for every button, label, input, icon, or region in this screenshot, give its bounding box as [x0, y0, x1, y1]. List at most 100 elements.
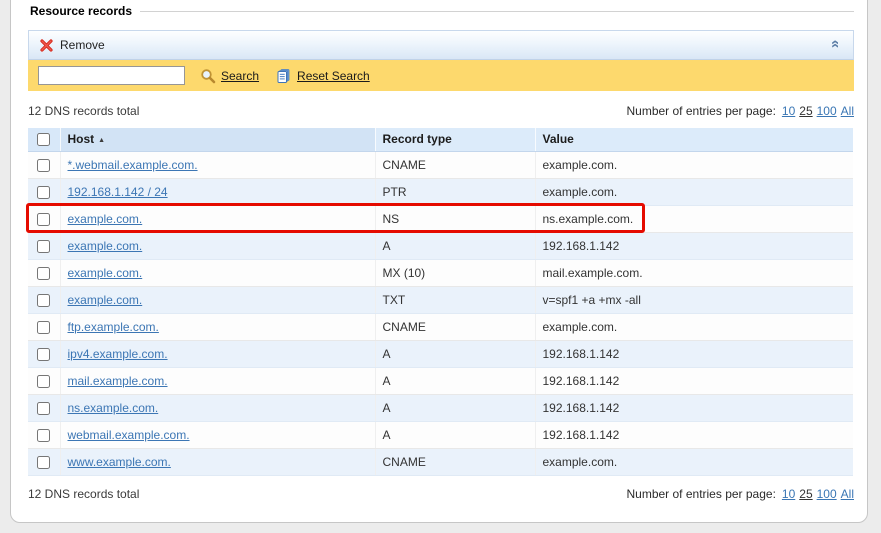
table-row: mail.example.com. A 192.168.1.142 — [28, 367, 853, 394]
host-link[interactable]: mail.example.com. — [68, 374, 168, 388]
row-checkbox-cell — [28, 151, 60, 178]
row-checkbox[interactable] — [37, 429, 50, 442]
record-type-cell: MX (10) — [375, 259, 535, 286]
value-cell: example.com. — [535, 313, 853, 340]
record-type-cell: A — [375, 232, 535, 259]
table-row: webmail.example.com. A 192.168.1.142 — [28, 421, 853, 448]
per-page-option-100[interactable]: 100 — [817, 487, 837, 501]
column-header-record-type[interactable]: Record type — [375, 128, 535, 151]
host-link[interactable]: webmail.example.com. — [68, 428, 190, 442]
per-page-label: Number of entries per page: — [626, 487, 775, 501]
column-header-value-label: Value — [543, 132, 574, 146]
value-cell: v=spf1 +a +mx -all — [535, 286, 853, 313]
row-checkbox[interactable] — [37, 375, 50, 388]
records-total-top: 12 DNS records total — [28, 104, 139, 118]
row-checkbox[interactable] — [37, 240, 50, 253]
host-cell: ns.example.com. — [60, 394, 375, 421]
search-bar: Search Reset Search — [28, 60, 854, 91]
remove-x-icon — [39, 38, 54, 53]
per-page-links: 10 25 100 All — [782, 104, 854, 118]
host-cell: example.com. — [60, 286, 375, 313]
row-checkbox[interactable] — [37, 186, 50, 199]
records-total-bottom: 12 DNS records total — [28, 487, 139, 501]
row-checkbox[interactable] — [37, 456, 50, 469]
column-header-value[interactable]: Value — [535, 128, 853, 151]
per-page-option-25[interactable]: 25 — [799, 104, 812, 118]
reset-search-button[interactable]: Reset Search — [276, 68, 370, 84]
row-checkbox[interactable] — [37, 267, 50, 280]
search-button[interactable]: Search — [200, 68, 259, 84]
remove-button-label: Remove — [60, 38, 105, 52]
table-header-row: Host▲ Record type Value — [28, 128, 853, 151]
value-cell: 192.168.1.142 — [535, 394, 853, 421]
record-type-cell: TXT — [375, 286, 535, 313]
select-all-cell — [28, 128, 60, 151]
host-cell: ftp.example.com. — [60, 313, 375, 340]
dns-table-body: *.webmail.example.com. CNAME example.com… — [28, 151, 853, 475]
column-header-record-type-label: Record type — [383, 132, 452, 146]
host-link[interactable]: example.com. — [68, 212, 143, 226]
row-checkbox[interactable] — [37, 294, 50, 307]
row-checkbox-cell — [28, 205, 60, 232]
row-checkbox[interactable] — [37, 348, 50, 361]
per-page-option-10[interactable]: 10 — [782, 487, 795, 501]
list-info-top: 12 DNS records total Number of entries p… — [28, 104, 854, 119]
table-row: *.webmail.example.com. CNAME example.com… — [28, 151, 853, 178]
per-page-selector-top: Number of entries per page: 10 25 100 All — [626, 104, 854, 118]
host-link[interactable]: ns.example.com. — [68, 401, 159, 415]
host-link[interactable]: example.com. — [68, 239, 143, 253]
reset-search-button-label: Reset Search — [297, 69, 370, 83]
per-page-option-all[interactable]: All — [841, 487, 854, 501]
host-link[interactable]: 192.168.1.142 / 24 — [68, 185, 168, 199]
per-page-option-10[interactable]: 10 — [782, 104, 795, 118]
table-row: example.com. NS ns.example.com. — [28, 205, 853, 232]
remove-button[interactable]: Remove — [39, 38, 105, 53]
host-link[interactable]: example.com. — [68, 293, 143, 307]
per-page-option-25[interactable]: 25 — [799, 487, 812, 501]
row-checkbox-cell — [28, 340, 60, 367]
host-link[interactable]: ftp.example.com. — [68, 320, 159, 334]
value-cell: ns.example.com. — [535, 205, 853, 232]
host-link[interactable]: ipv4.example.com. — [68, 347, 168, 361]
value-cell: example.com. — [535, 151, 853, 178]
row-checkbox-cell — [28, 367, 60, 394]
value-cell: 192.168.1.142 — [535, 232, 853, 259]
per-page-option-all[interactable]: All — [841, 104, 854, 118]
table-row: ns.example.com. A 192.168.1.142 — [28, 394, 853, 421]
host-link[interactable]: www.example.com. — [68, 455, 171, 469]
row-checkbox[interactable] — [37, 402, 50, 415]
per-page-links: 10 25 100 All — [782, 487, 854, 501]
row-checkbox-cell — [28, 178, 60, 205]
resource-records-panel: Resource records Remove » — [10, 0, 868, 523]
row-checkbox[interactable] — [37, 321, 50, 334]
record-type-cell: CNAME — [375, 448, 535, 475]
host-link[interactable]: example.com. — [68, 266, 143, 280]
host-cell: ipv4.example.com. — [60, 340, 375, 367]
search-input[interactable] — [38, 66, 185, 85]
record-type-cell: A — [375, 340, 535, 367]
row-checkbox[interactable] — [37, 159, 50, 172]
host-cell: mail.example.com. — [60, 367, 375, 394]
host-cell: webmail.example.com. — [60, 421, 375, 448]
toolbar: Remove » Search — [28, 30, 854, 91]
table-row: ipv4.example.com. A 192.168.1.142 — [28, 340, 853, 367]
select-all-checkbox[interactable] — [37, 133, 50, 146]
host-cell: example.com. — [60, 205, 375, 232]
row-checkbox-cell — [28, 394, 60, 421]
row-checkbox-cell — [28, 259, 60, 286]
value-cell: 192.168.1.142 — [535, 340, 853, 367]
per-page-option-100[interactable]: 100 — [817, 104, 837, 118]
host-link[interactable]: *.webmail.example.com. — [68, 158, 198, 172]
host-cell: *.webmail.example.com. — [60, 151, 375, 178]
toolbar-actions-bar: Remove » — [28, 30, 854, 60]
value-cell: example.com. — [535, 448, 853, 475]
record-type-cell: A — [375, 394, 535, 421]
host-cell: example.com. — [60, 259, 375, 286]
table-row: ftp.example.com. CNAME example.com. — [28, 313, 853, 340]
collapse-toolbar-button[interactable]: » — [827, 38, 843, 52]
per-page-label: Number of entries per page: — [626, 104, 775, 118]
host-cell: 192.168.1.142 / 24 — [60, 178, 375, 205]
column-header-host[interactable]: Host▲ — [60, 128, 375, 151]
row-checkbox[interactable] — [37, 213, 50, 226]
heading-divider — [140, 11, 854, 12]
